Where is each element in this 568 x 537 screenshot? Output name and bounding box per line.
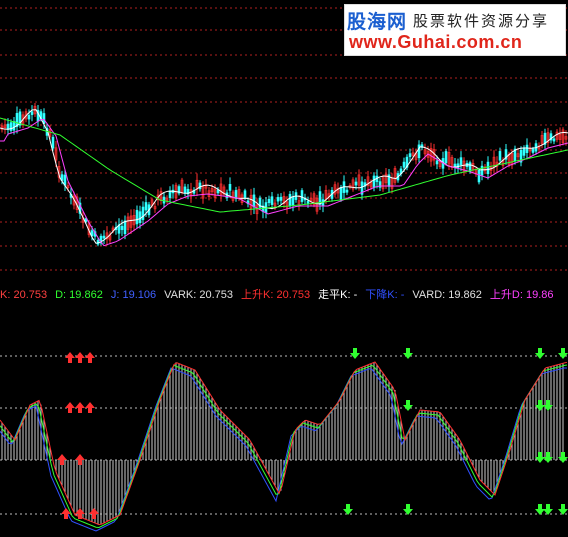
green-down-arrow-icon xyxy=(343,504,353,515)
candle-body xyxy=(480,165,484,176)
candle-body xyxy=(120,225,124,230)
candle-body xyxy=(234,190,238,199)
candle-body xyxy=(291,197,295,206)
candle-body xyxy=(522,147,526,156)
green-down-arrow-icon xyxy=(403,504,413,515)
candle-body xyxy=(102,235,106,239)
indicator-chart-canvas xyxy=(0,348,568,532)
candle-body xyxy=(162,196,166,204)
red-up-arrow-icon xyxy=(85,352,95,363)
candle-body xyxy=(525,144,529,154)
candle-body xyxy=(444,151,448,164)
j-line xyxy=(0,367,567,532)
candle-body xyxy=(345,189,349,193)
candle-body xyxy=(198,182,202,190)
candle-body xyxy=(435,160,439,165)
candle-body xyxy=(243,190,247,199)
candle-body xyxy=(12,121,16,131)
candle-body xyxy=(183,186,187,194)
watermark-logo: 股海网 股票软件资源分享 www.Guhai.com.cn xyxy=(344,4,566,56)
green-down-arrow-icon xyxy=(350,348,360,359)
red-up-arrow-icon xyxy=(65,352,75,363)
candle-body xyxy=(339,186,343,200)
watermark-url: www.Guhai.com.cn xyxy=(349,32,523,52)
candle-body xyxy=(141,206,145,220)
candle-body xyxy=(300,190,304,202)
candle-body xyxy=(486,161,490,175)
candle-body xyxy=(306,200,310,204)
red-up-arrow-icon xyxy=(65,402,75,413)
candle-body xyxy=(270,196,274,205)
red-up-arrow-icon xyxy=(85,402,95,413)
candle-body xyxy=(30,111,34,115)
candle-body xyxy=(135,209,139,225)
green-down-arrow-icon xyxy=(403,400,413,411)
red-up-arrow-icon xyxy=(75,352,85,363)
candle-body xyxy=(459,157,463,166)
candle-body xyxy=(267,198,271,204)
green-down-arrow-icon xyxy=(403,348,413,359)
candle-body xyxy=(144,202,148,211)
indicator-chart[interactable] xyxy=(0,300,568,537)
candle-body xyxy=(123,220,127,235)
green-down-arrow-icon xyxy=(558,348,568,359)
candle-body xyxy=(531,148,535,153)
candle-body xyxy=(372,175,376,188)
candle-body xyxy=(279,196,283,201)
d-line xyxy=(0,364,568,529)
candle-body xyxy=(354,181,358,186)
candle-body xyxy=(498,151,502,161)
candle-body xyxy=(408,153,412,158)
watermark-slogan: 股票软件资源分享 xyxy=(413,12,550,30)
candle-body xyxy=(276,197,280,202)
watermark-brand: 股海网 xyxy=(347,12,408,33)
candle-body xyxy=(552,138,556,142)
candle-body xyxy=(138,211,142,223)
candle-body xyxy=(477,169,481,183)
red-up-arrow-icon xyxy=(75,402,85,413)
candle-body xyxy=(51,136,55,149)
ma-mid-line xyxy=(0,118,568,247)
candle-body xyxy=(288,193,292,206)
k-line xyxy=(0,361,568,526)
green-down-arrow-icon xyxy=(558,504,568,515)
candle-body xyxy=(168,190,172,198)
green-down-arrow-icon xyxy=(543,504,553,515)
candle-body xyxy=(9,122,13,131)
green-down-arrow-icon xyxy=(535,348,545,359)
candle-body xyxy=(228,183,232,191)
candle-body xyxy=(402,161,406,168)
candle-body xyxy=(27,114,31,120)
